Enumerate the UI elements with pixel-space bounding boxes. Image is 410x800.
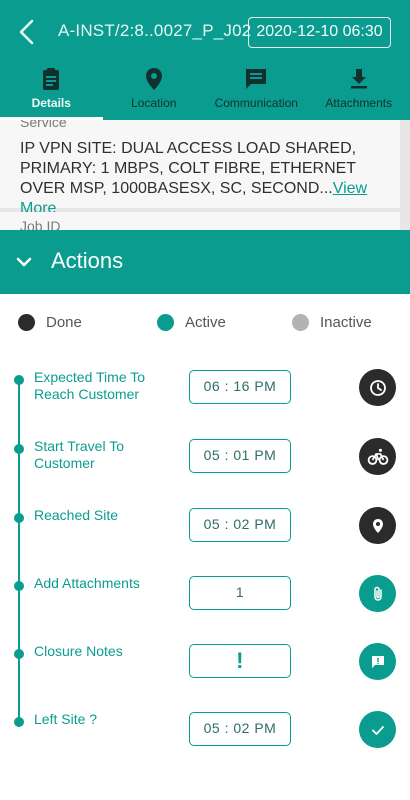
timeline-node <box>14 444 24 454</box>
back-arrow-icon[interactable] <box>14 18 40 46</box>
status-legend: Done Active Inactive <box>0 314 410 334</box>
step-start-travel: Start Travel To Customer 05 : 01 PM <box>0 438 410 494</box>
clipboard-icon <box>43 68 60 90</box>
service-label: Service <box>20 120 67 130</box>
step-label: Expected Time To Reach Customer <box>34 369 146 402</box>
clock-button[interactable] <box>359 369 396 406</box>
download-icon <box>350 69 367 89</box>
inactive-dot-icon <box>292 314 309 331</box>
chevron-down-icon[interactable] <box>14 252 34 272</box>
datetime-badge: 2020-12-10 06:30 <box>248 17 391 48</box>
notes-button[interactable] <box>359 643 396 680</box>
chat-icon <box>246 69 267 89</box>
step-reached-site: Reached Site 05 : 02 PM <box>0 507 410 563</box>
time-value-box[interactable]: 05 : 02 PM <box>189 508 291 542</box>
tab-details-label: Details <box>31 96 71 110</box>
step-label: Closure Notes <box>34 643 123 659</box>
paperclip-icon <box>373 586 382 601</box>
note-icon <box>371 655 384 668</box>
tab-location-label: Location <box>131 96 177 110</box>
timeline-node <box>14 649 24 659</box>
closure-notes-box[interactable]: ! <box>189 644 291 678</box>
service-description: IP VPN SITE: DUAL ACCESS LOAD SHARED, PR… <box>20 139 392 219</box>
location-pin-icon <box>372 518 383 533</box>
bicycle-icon <box>367 448 388 465</box>
tab-attachments[interactable]: Attachments <box>308 60 410 120</box>
time-value-box[interactable]: 05 : 01 PM <box>189 439 291 473</box>
tab-attachments-label: Attachments <box>325 96 393 110</box>
check-icon <box>371 725 384 735</box>
actions-panel: Done Active Inactive Expected Time To Re… <box>0 294 410 800</box>
location-button[interactable] <box>359 507 396 544</box>
step-label: Reached Site <box>34 507 119 523</box>
time-value-box[interactable]: 06 : 16 PM <box>189 370 291 404</box>
step-left-site: Left Site ? 05 : 02 PM <box>0 711 410 767</box>
legend-active-label: Active <box>185 314 226 331</box>
job-id-card: Job ID <box>0 212 400 230</box>
legend-active: Active <box>157 314 226 331</box>
done-dot-icon <box>18 314 35 331</box>
attachment-count-box[interactable]: 1 <box>189 576 291 610</box>
active-dot-icon <box>157 314 174 331</box>
step-label: Start Travel To Customer <box>34 438 125 471</box>
step-add-attachments: Add Attachments 1 <box>0 575 410 631</box>
step-expected-time: Expected Time To Reach Customer 06 : 16 … <box>0 369 410 425</box>
job-id-label: Job ID <box>20 218 61 230</box>
legend-done-label: Done <box>46 314 82 331</box>
details-content: Service IP VPN SITE: DUAL ACCESS LOAD SH… <box>0 120 410 230</box>
timeline-node <box>14 581 24 591</box>
attach-button[interactable] <box>359 575 396 612</box>
legend-inactive: Inactive <box>292 314 372 331</box>
step-label: Left Site ? <box>34 711 98 727</box>
tab-communication-label: Communication <box>214 96 298 110</box>
tab-details[interactable]: Details <box>0 60 103 120</box>
timeline-node <box>14 717 24 727</box>
map-pin-icon <box>145 68 162 90</box>
service-card: Service IP VPN SITE: DUAL ACCESS LOAD SH… <box>0 120 400 217</box>
step-label: Add Attachments <box>34 575 140 591</box>
step-closure-notes: Closure Notes ! <box>0 643 410 699</box>
actions-header[interactable]: Actions <box>0 230 410 294</box>
service-text: IP VPN SITE: DUAL ACCESS LOAD SHARED, PR… <box>20 140 357 197</box>
bicycle-button[interactable] <box>359 438 396 475</box>
tab-communication[interactable]: Communication <box>205 60 308 120</box>
tab-bar: Details Location Communication Attachmen… <box>0 60 410 120</box>
time-value-box[interactable]: 05 : 02 PM <box>189 712 291 746</box>
actions-title: Actions <box>51 248 124 273</box>
tab-location[interactable]: Location <box>103 60 206 120</box>
timeline-node <box>14 513 24 523</box>
job-id-title: A-INST/2:8..0027_P_J02 <box>58 21 252 40</box>
clock-icon <box>369 379 386 396</box>
legend-done: Done <box>18 314 82 331</box>
app-header: A-INST/2:8..0027_P_J02 2020-12-10 06:30 … <box>0 0 410 120</box>
check-button[interactable] <box>359 711 396 748</box>
legend-inactive-label: Inactive <box>320 314 372 331</box>
timeline-node <box>14 375 24 385</box>
